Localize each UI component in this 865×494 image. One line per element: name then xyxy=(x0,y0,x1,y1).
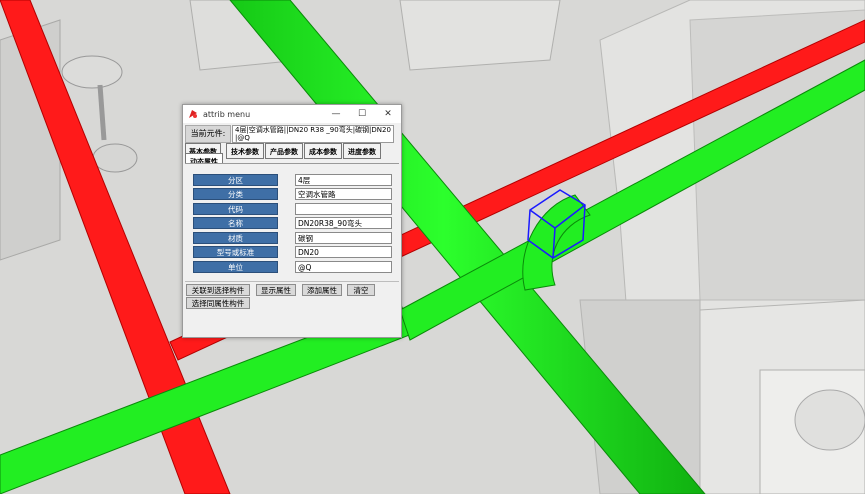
link-selected-button[interactable]: 关联到选择构件 xyxy=(186,284,250,296)
field-label: 分类 xyxy=(193,188,278,200)
close-icon[interactable]: ✕ xyxy=(377,105,399,123)
field-label: 名称 xyxy=(193,217,278,229)
field-input[interactable]: @Q xyxy=(295,261,392,273)
viewport-3d[interactable] xyxy=(0,0,865,494)
field-row: 名称 DN20R38_90弯头 xyxy=(185,217,399,229)
field-label: 单位 xyxy=(193,261,278,273)
field-input[interactable]: 4层 xyxy=(295,174,392,186)
current-component-value[interactable]: 4层|空调水管路||DN20 R38 _90弯头|碳钢|DN20|@Q xyxy=(232,125,394,143)
show-attrs-button[interactable]: 显示属性 xyxy=(256,284,296,296)
sink-basin xyxy=(794,389,865,451)
field-input[interactable]: 空调水管路 xyxy=(295,188,392,200)
clear-button[interactable]: 清空 xyxy=(347,284,375,296)
app-icon xyxy=(188,109,198,119)
field-label: 分区 xyxy=(193,174,278,186)
current-component-label: 当前元件: xyxy=(185,125,231,143)
dental-unit xyxy=(399,0,561,71)
title-bar[interactable]: attrib menu — ☐ ✕ xyxy=(183,105,401,123)
field-row: 单位 @Q xyxy=(185,261,399,273)
stool-base xyxy=(92,143,138,173)
field-row: 型号或标准 DN20 xyxy=(185,246,399,258)
add-attr-button[interactable]: 添加属性 xyxy=(302,284,342,296)
tab-tech-params[interactable]: 技术参数 xyxy=(226,143,264,159)
maximize-icon[interactable]: ☐ xyxy=(351,105,373,123)
field-label: 材质 xyxy=(193,232,278,244)
minimize-icon[interactable]: — xyxy=(325,105,347,123)
tab-product-params[interactable]: 产品参数 xyxy=(265,143,303,159)
field-input[interactable]: DN20 xyxy=(295,246,392,258)
tab-cost-params[interactable]: 成本参数 xyxy=(304,143,342,159)
tab-progress-params[interactable]: 进度参数 xyxy=(343,143,381,159)
select-same-attrs-button[interactable]: 选择同属性构件 xyxy=(186,297,250,309)
field-label: 代码 xyxy=(193,203,278,215)
attribute-panel: 分区 4层 分类 空调水管路 代码 名称 DN20R38_90弯头 材质 碳钢 … xyxy=(185,163,399,282)
field-row: 材质 碳钢 xyxy=(185,232,399,244)
field-input[interactable]: 碳钢 xyxy=(295,232,392,244)
field-label: 型号或标准 xyxy=(193,246,278,258)
field-input[interactable] xyxy=(295,203,392,215)
window-title: attrib menu xyxy=(203,109,251,119)
field-row: 代码 xyxy=(185,203,399,215)
attrib-menu-window[interactable]: attrib menu — ☐ ✕ 当前元件: 4层|空调水管路||DN20 R… xyxy=(182,104,402,338)
stool-post xyxy=(97,84,107,141)
divider xyxy=(185,281,399,282)
current-component-row: 当前元件: 4层|空调水管路||DN20 R38 _90弯头|碳钢|DN20|@… xyxy=(185,125,397,143)
field-row: 分类 空调水管路 xyxy=(185,188,399,200)
field-input[interactable]: DN20R38_90弯头 xyxy=(295,217,392,229)
stool-seat xyxy=(61,55,123,89)
field-row: 分区 4层 xyxy=(185,174,399,186)
